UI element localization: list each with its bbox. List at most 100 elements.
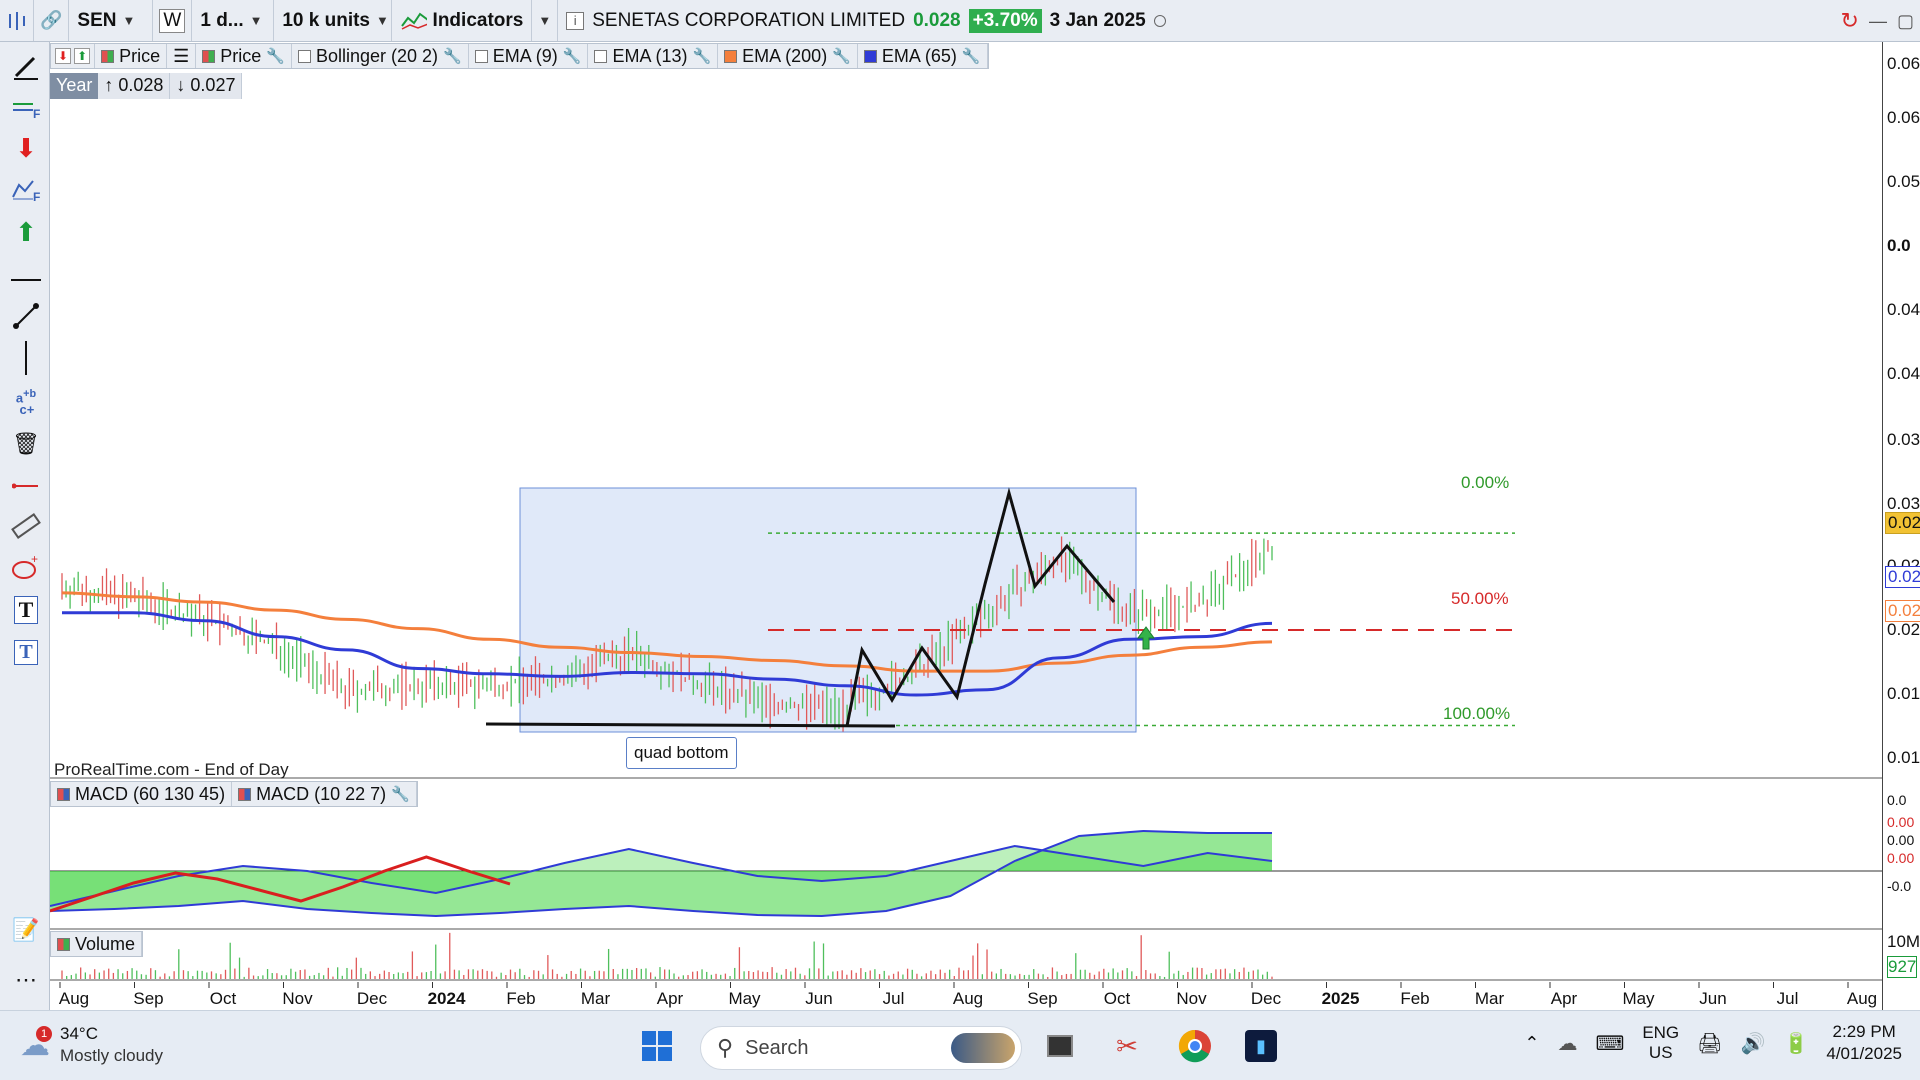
legend-macd2[interactable]: MACD (10 22 7) 🔧 [232, 782, 417, 806]
search-placeholder: Search [745, 1036, 809, 1059]
legend-bollinger[interactable]: Bollinger (20 2) 🔧 [292, 44, 469, 68]
separator [8, 262, 44, 298]
time-axis-label: Apr [657, 989, 684, 1008]
volume-axis-label: 927 [1887, 956, 1918, 978]
legend-price-2[interactable]: Price 🔧 [196, 44, 292, 68]
wrench-icon[interactable]: 🔧 [266, 47, 285, 65]
system-tray: ⌃ ☁ ⌨ ENG US 🖨 🔊 🔋 2:29 PM 4/01/2025 [1524, 1021, 1902, 1065]
text-box-tool[interactable]: T [8, 634, 44, 670]
buy-arrow-tool[interactable]: ⬆ [8, 214, 44, 250]
instrument-name: SENETAS CORPORATION LIMITED [592, 9, 906, 31]
snipping-tool-app[interactable]: ✂ [1107, 1026, 1147, 1066]
legend-volume[interactable]: Volume [51, 932, 143, 956]
ruler-tool[interactable] [8, 508, 44, 544]
quote-date: 3 Jan 2025 [1049, 9, 1146, 31]
alerts-tool[interactable]: 📝 [8, 912, 44, 948]
symbol-select[interactable]: SEN ▼ [69, 0, 154, 41]
volume-icon[interactable]: 🔊 [1741, 1031, 1766, 1056]
language-indicator[interactable]: ENG US [1642, 1023, 1679, 1063]
display-icon[interactable]: 🖨 [1697, 1031, 1722, 1056]
battery-icon[interactable]: 🔋 [1783, 1031, 1808, 1056]
up-arrow-icon: ⬆ [15, 216, 37, 247]
price-chart[interactable]: Aug Sep Oct Nov Dec 2024 Feb Mar Apr May Jun Jul Aug… [50, 42, 1882, 1010]
interval-select[interactable]: 1 d... ▼ [192, 0, 275, 41]
chart-type-button[interactable] [0, 0, 34, 41]
price-tag: 0.02 [1885, 600, 1920, 622]
units-select[interactable]: 10 k units ▼ [274, 0, 393, 41]
price-axis-label: 0.01 [1887, 684, 1920, 703]
fib-label-top: 0.00% [1461, 473, 1510, 492]
info-icon[interactable]: i [566, 11, 585, 30]
windows-icon [642, 1031, 672, 1061]
legend-label: Price [220, 45, 262, 66]
search-highlight-icon [951, 1033, 1015, 1063]
chrome-app[interactable] [1175, 1026, 1215, 1066]
task-view-button[interactable] [1040, 1026, 1080, 1066]
wave-label-tool[interactable]: a+b c+ [8, 384, 44, 420]
time-axis-label: Aug [59, 989, 89, 1008]
legend-ema65[interactable]: EMA (65) 🔧 [858, 44, 988, 68]
restore-button[interactable]: ▢ [1897, 11, 1914, 32]
legend-label: MACD (10 22 7) [256, 783, 387, 804]
delete-tool[interactable]: 🗑 [8, 426, 44, 462]
text-tool[interactable]: T [8, 592, 44, 628]
horizontal-line-tool[interactable]: F [8, 90, 44, 126]
time-axis-label: Jul [1777, 989, 1799, 1008]
cloud-icon: ☁ 1 [20, 1025, 52, 1062]
pencil-tool[interactable] [8, 48, 44, 84]
wrench-icon[interactable]: 🔧 [692, 47, 711, 65]
fibonacci-icon: F [12, 180, 40, 203]
prorealtime-app[interactable]: ▮ [1241, 1026, 1281, 1066]
wrench-icon[interactable]: 🔧 [832, 47, 851, 65]
trendline-tool[interactable] [8, 298, 44, 334]
chevron-up-icon[interactable]: ⌃ [1524, 1033, 1539, 1054]
quad-bottom-annotation[interactable]: quad bottom [626, 737, 737, 769]
legend-macd1[interactable]: MACD (60 130 45) [51, 782, 233, 806]
price-tag: 0.02 [1885, 512, 1920, 534]
start-button[interactable] [637, 1026, 677, 1066]
price-axis-label: 0.04 [1887, 300, 1920, 319]
legend-ema200[interactable]: EMA (200) 🔧 [718, 44, 858, 68]
year-high: ↑ 0.028 [98, 73, 171, 99]
horizontal-line-icon: F [13, 103, 40, 120]
sell-arrow-tool[interactable]: ⬇ [8, 130, 44, 166]
indicators-button[interactable]: Indicators [392, 0, 533, 41]
chevron-down-icon: ▼ [538, 13, 552, 28]
vertical-line-tool[interactable] [8, 340, 44, 376]
wrench-icon[interactable]: 🔧 [563, 47, 582, 65]
checkbox-icon[interactable] [474, 49, 488, 63]
segment-tool[interactable] [8, 468, 44, 504]
minimize-button[interactable]: — [1869, 11, 1887, 32]
more-tools[interactable]: ⋯ [8, 962, 44, 998]
link-button[interactable]: 🔗 [34, 0, 70, 41]
legend-arrows[interactable]: ⬇ ⬆ [51, 44, 96, 68]
clock[interactable]: 2:29 PM 4/01/2025 [1826, 1021, 1902, 1065]
keyboard-icon[interactable]: ⌨ [1595, 1031, 1624, 1056]
checkbox-icon[interactable] [297, 49, 311, 63]
checkbox-icon[interactable] [594, 49, 608, 63]
weather-widget[interactable]: ☁ 1 34°C Mostly cloudy [20, 1023, 163, 1067]
ellipse-tool[interactable]: + [8, 550, 44, 586]
legend-label: MACD (60 130 45) [75, 783, 226, 804]
legend-label: Bollinger (20 2) [315, 45, 439, 66]
prorealtime-icon: ▮ [1245, 1030, 1277, 1062]
chart-area[interactable]: Aug Sep Oct Nov Dec 2024 Feb Mar Apr May Jun Jul Aug… [50, 42, 1882, 1010]
legend-ema9[interactable]: EMA (9) 🔧 [469, 44, 589, 68]
taskbar-search[interactable]: ⚲ Search [700, 1026, 1022, 1070]
legend-list[interactable]: ☰ [167, 44, 197, 68]
price-axis[interactable]: 0.060.060.050.00.040.040.030.030.020.020… [1882, 42, 1920, 1010]
indicators-dropdown[interactable]: ▼ [532, 0, 559, 41]
legend-price[interactable]: Price [95, 44, 168, 68]
macd-axis-label: 0.0 [1887, 792, 1907, 808]
legend-ema13[interactable]: EMA (13) 🔧 [588, 44, 719, 68]
sync-icon[interactable]: ↻ [1841, 8, 1859, 34]
watchlist-button[interactable]: W [153, 0, 193, 41]
onedrive-icon[interactable]: ☁ [1557, 1031, 1577, 1056]
wrench-icon[interactable]: 🔧 [962, 47, 981, 65]
fib-tool[interactable]: F [8, 172, 44, 208]
legend-label: Price [119, 45, 161, 66]
legend-label: EMA (13) [612, 45, 688, 66]
wrench-icon[interactable]: 🔧 [391, 785, 410, 803]
wrench-icon[interactable]: 🔧 [443, 47, 462, 65]
drawing-toolbar: F ⬇ F ⬆ a+b c+ 🗑 + T T 📝 ⋯ [0, 42, 50, 1010]
